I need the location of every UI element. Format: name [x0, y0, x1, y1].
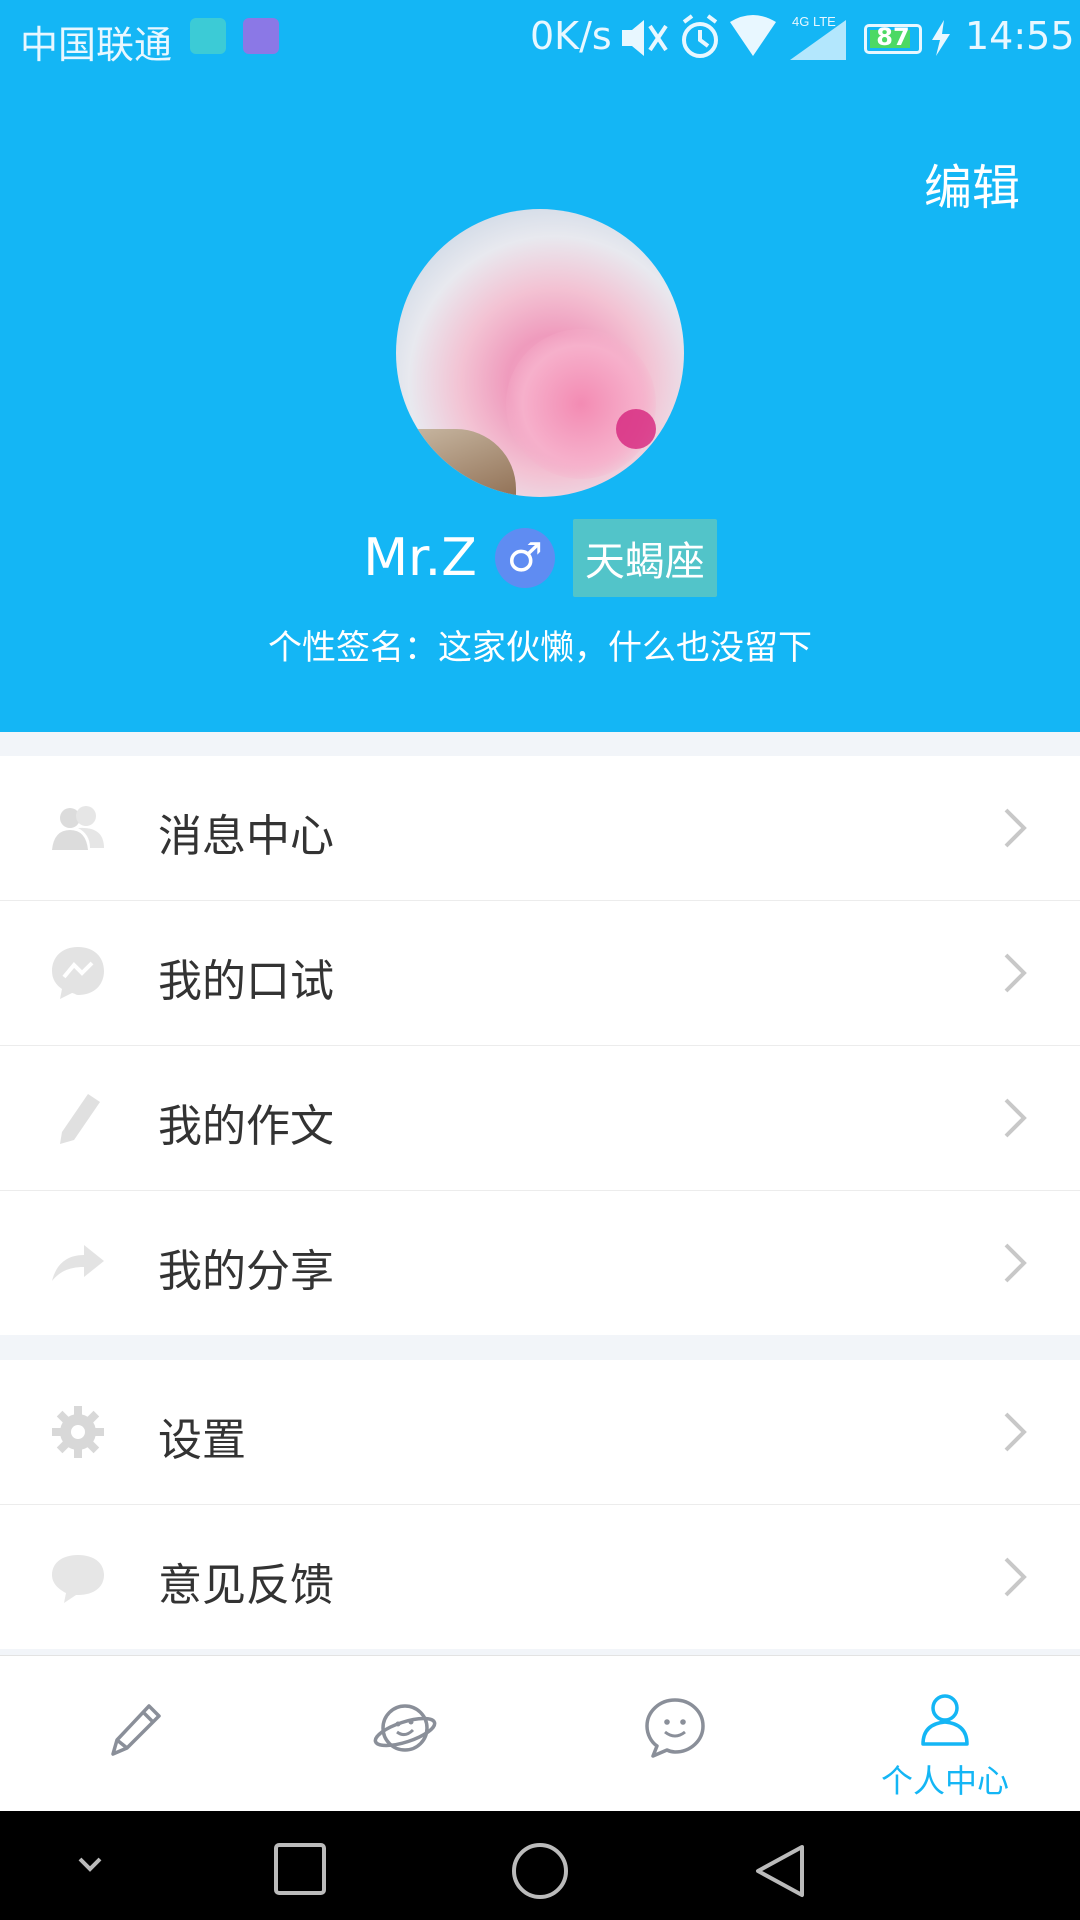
- smiley-chat-icon: [645, 1698, 705, 1758]
- net-speed: 0K/s: [530, 14, 612, 58]
- chevron-right-icon: [1004, 953, 1027, 993]
- person-icon: [921, 1694, 969, 1746]
- signal-icon: 4G LTE: [790, 14, 846, 60]
- menu-item-messages[interactable]: 消息中心: [0, 756, 1080, 901]
- tab-write[interactable]: [0, 1656, 270, 1812]
- menu-item-label: 我的分享: [158, 1246, 334, 1297]
- male-icon: ♂: [494, 528, 555, 588]
- recents-icon[interactable]: [272, 1841, 328, 1897]
- chevron-right-icon: [1004, 808, 1027, 848]
- menu-item-label: 设置: [158, 1415, 246, 1466]
- menu-item-essays[interactable]: 我的作文: [0, 1046, 1080, 1191]
- menu-group-main: 消息中心 我的口试 我的作文 我的分享: [0, 756, 1080, 1335]
- share-arrow-icon: [52, 1245, 104, 1281]
- pencil-icon: [60, 1094, 100, 1144]
- chat-bubble-icon: [52, 947, 104, 999]
- system-nav-bar: [0, 1811, 1080, 1920]
- menu-item-settings[interactable]: 设置: [0, 1360, 1080, 1505]
- charging-icon: [932, 20, 950, 56]
- chevron-right-icon: [1004, 1412, 1027, 1452]
- alarm-icon: [682, 14, 718, 58]
- tab-explore[interactable]: [270, 1656, 540, 1812]
- menu-item-oral-test[interactable]: 我的口试: [0, 901, 1080, 1046]
- profile-header: 中国联通 0K/s 4G LTE 87 14:55 编辑 Mr.Z ♂ 天蝎座 …: [0, 0, 1080, 732]
- tab-label: 个人中心: [880, 1762, 1009, 1800]
- people-icon: [52, 806, 104, 850]
- gear-icon: [52, 1406, 104, 1458]
- menu-item-feedback[interactable]: 意见反馈: [0, 1505, 1080, 1649]
- clock: 14:55: [965, 14, 1075, 58]
- screenshot-notification-icon: [243, 18, 279, 54]
- hide-keyboard-icon[interactable]: [74, 1841, 106, 1889]
- menu-group-settings: 设置 意见反馈: [0, 1360, 1080, 1649]
- avatar[interactable]: [396, 209, 684, 497]
- menu-item-label: 我的口试: [158, 956, 334, 1007]
- home-icon[interactable]: [510, 1841, 570, 1901]
- status-bar: 中国联通 0K/s 4G LTE 87 14:55: [0, 0, 1080, 76]
- feedback-bubble-icon: [52, 1555, 104, 1603]
- username: Mr.Z: [363, 528, 477, 588]
- menu-item-shares[interactable]: 我的分享: [0, 1191, 1080, 1335]
- tab-chat[interactable]: [540, 1656, 810, 1812]
- bottom-tab-bar: 个人中心: [0, 1655, 1080, 1812]
- edit-profile-button[interactable]: 编辑: [924, 148, 1020, 218]
- chevron-right-icon: [1004, 1243, 1027, 1283]
- name-row: Mr.Z ♂ 天蝎座: [0, 519, 1080, 597]
- mute-icon: [622, 20, 668, 56]
- planet-icon: [373, 1704, 437, 1752]
- pencil-icon: [111, 1704, 161, 1756]
- signature: 个性签名：这家伙懒，什么也没留下: [268, 628, 812, 668]
- menu-item-label: 我的作文: [158, 1101, 334, 1152]
- back-icon[interactable]: [752, 1841, 808, 1901]
- battery-icon: 87: [864, 23, 922, 54]
- chevron-right-icon: [1004, 1557, 1027, 1597]
- menu-item-label: 消息中心: [158, 811, 334, 862]
- wifi-icon: [730, 15, 776, 56]
- tab-profile[interactable]: 个人中心: [810, 1656, 1080, 1812]
- status-icons: 4G LTE: [622, 14, 846, 60]
- zodiac-badge: 天蝎座: [572, 519, 717, 597]
- chevron-right-icon: [1004, 1098, 1027, 1138]
- menu-item-label: 意见反馈: [158, 1560, 334, 1611]
- android-notification-icon: [190, 18, 226, 54]
- battery-level: 87: [876, 23, 910, 51]
- network-type: 4G LTE: [792, 14, 836, 29]
- carrier-name: 中国联通: [20, 23, 173, 67]
